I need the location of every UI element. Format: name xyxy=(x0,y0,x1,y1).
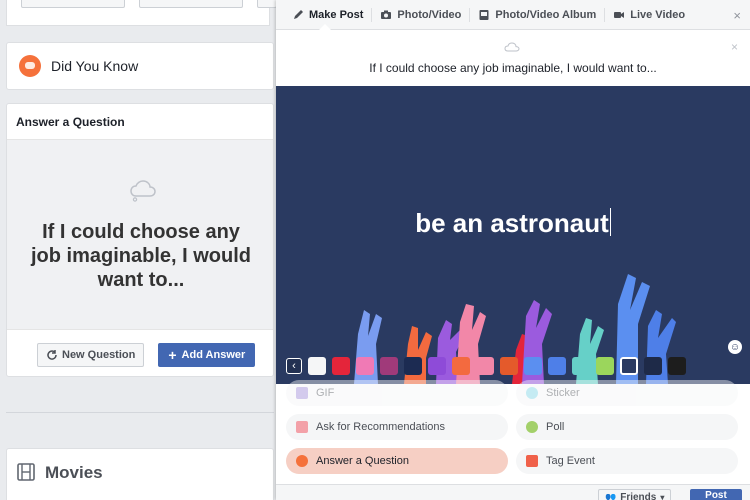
answer-question-body[interactable]: If I could choose any job imaginable, I … xyxy=(7,140,273,330)
option-label: Tag Event xyxy=(546,455,595,467)
option-label: Answer a Question xyxy=(316,455,409,467)
tab-photo-video[interactable]: Photo/Video xyxy=(372,7,471,22)
camera-icon xyxy=(381,10,392,19)
text-cursor xyxy=(609,208,611,236)
tab-label: Photo/Video Album xyxy=(495,8,597,21)
remove-question-icon[interactable]: × xyxy=(731,40,738,54)
option-ask-recommendations[interactable]: Ask for Recommendations xyxy=(286,414,508,440)
color-swatch[interactable] xyxy=(404,357,422,375)
new-question-button[interactable]: New Question xyxy=(37,343,145,367)
pencil-icon xyxy=(294,9,303,19)
background-color-picker: ‹ xyxy=(286,357,686,375)
color-swatch[interactable] xyxy=(668,357,686,375)
close-icon[interactable]: × xyxy=(733,8,741,23)
plus-icon: + xyxy=(168,347,177,363)
movies-card[interactable]: Movies xyxy=(6,448,274,500)
color-swatch[interactable] xyxy=(548,357,566,375)
option-label: Sticker xyxy=(546,387,580,399)
video-camera-icon xyxy=(614,11,625,18)
tab-make-post[interactable]: Make Post xyxy=(284,7,373,22)
tab-photo-video-album[interactable]: Photo/Video Album xyxy=(470,7,606,22)
recommendation-icon xyxy=(296,421,308,433)
answer-text: be an astronaut xyxy=(415,208,609,238)
film-strip-icon xyxy=(17,463,35,481)
composer-options: GIF Sticker Ask for Recommendations Poll… xyxy=(276,380,750,480)
option-label: Poll xyxy=(546,421,565,433)
answer-question-card: Answer a Question If I could choose any … xyxy=(6,103,274,377)
feed-divider xyxy=(6,412,274,413)
answer-question-text: If I could choose any job imaginable, I … xyxy=(30,221,251,291)
speech-bubble-icon xyxy=(19,55,41,77)
tab-label: Photo/Video xyxy=(397,8,462,21)
color-swatch[interactable] xyxy=(356,357,374,375)
audience-label: Friends xyxy=(620,491,657,500)
composer-footer: 👥 Friends ▾ Post xyxy=(276,484,750,500)
previous-card-strip xyxy=(6,0,277,26)
emoji-icon[interactable]: ☺ xyxy=(728,340,742,354)
new-question-label: New Question xyxy=(62,349,136,361)
color-swatch[interactable] xyxy=(380,357,398,375)
answer-question-header: Answer a Question xyxy=(7,104,273,140)
color-swatch[interactable] xyxy=(428,357,446,375)
add-answer-button[interactable]: + Add Answer xyxy=(158,343,256,367)
answer-input[interactable]: be an astronaut xyxy=(276,208,750,239)
color-swatch[interactable] xyxy=(452,357,470,375)
option-poll[interactable]: Poll xyxy=(516,414,738,440)
option-label: Ask for Recommendations xyxy=(316,421,445,433)
question-prompt: × If I could choose any job imaginable, … xyxy=(276,30,750,86)
prompt-text: If I could choose any job imaginable, I … xyxy=(369,61,657,75)
post-button[interactable]: Post xyxy=(690,489,742,500)
option-answer-question[interactable]: Answer a Question xyxy=(286,448,508,474)
color-swatch[interactable] xyxy=(500,357,518,375)
album-icon xyxy=(479,9,489,20)
previous-card-button[interactable] xyxy=(139,0,243,8)
color-swatch[interactable] xyxy=(476,357,494,375)
tab-label: Live Video xyxy=(630,8,686,21)
option-gif[interactable]: GIF xyxy=(286,380,508,406)
tab-live-video[interactable]: Live Video xyxy=(605,8,693,22)
option-sticker[interactable]: Sticker xyxy=(516,380,738,406)
did-you-know-title: Did You Know xyxy=(51,58,139,74)
thought-cloud-icon xyxy=(130,180,156,202)
previous-card-button[interactable] xyxy=(21,0,125,8)
color-swatch[interactable] xyxy=(596,357,614,375)
answer-canvas[interactable]: be an astronaut ‹ ☺ xyxy=(276,86,750,384)
composer-tabs: Make Post Photo/Video Photo/Video Album … xyxy=(276,0,750,31)
color-swatch[interactable] xyxy=(524,357,542,375)
color-swatch[interactable] xyxy=(572,357,590,375)
audience-selector-button[interactable]: 👥 Friends ▾ xyxy=(598,489,672,500)
thought-cloud-icon xyxy=(504,42,520,52)
color-swatch[interactable] xyxy=(308,357,326,375)
tab-label: Make Post xyxy=(309,8,364,21)
movies-title: Movies xyxy=(45,463,103,482)
sticker-icon xyxy=(526,387,538,399)
gif-icon xyxy=(296,387,308,399)
refresh-icon xyxy=(47,350,57,360)
color-swatch[interactable] xyxy=(644,357,662,375)
speech-bubble-icon xyxy=(296,455,308,467)
poll-icon xyxy=(526,421,538,433)
add-answer-label: Add Answer xyxy=(181,349,246,361)
color-swatch[interactable] xyxy=(332,357,350,375)
chevron-left-icon[interactable]: ‹ xyxy=(286,358,302,374)
option-label: GIF xyxy=(316,387,335,399)
color-swatch[interactable] xyxy=(620,357,638,375)
calendar-icon xyxy=(526,455,538,467)
option-tag-event[interactable]: Tag Event xyxy=(516,448,738,474)
post-composer: Make Post Photo/Video Photo/Video Album … xyxy=(276,0,750,500)
friends-icon: 👥 xyxy=(605,491,617,500)
previous-card-button[interactable] xyxy=(257,0,277,8)
chevron-down-icon: ▾ xyxy=(660,492,665,500)
did-you-know-card[interactable]: Did You Know xyxy=(6,42,274,90)
